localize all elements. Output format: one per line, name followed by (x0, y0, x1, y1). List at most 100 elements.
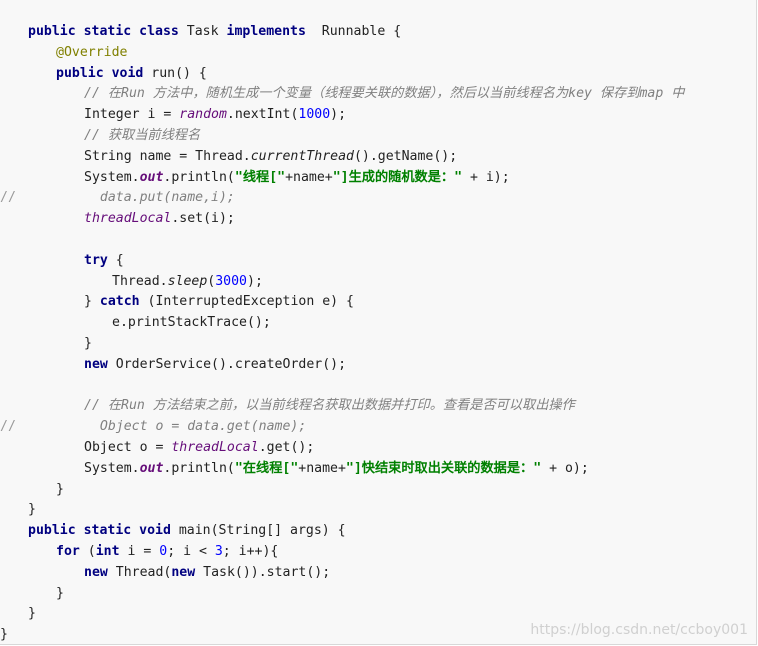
code-text: Object o = data.get(name); (84, 417, 306, 438)
code-token: new (171, 564, 196, 580)
code-line: } catch (InterruptedException e) { (0, 292, 756, 313)
code-token: .println( (163, 169, 235, 185)
code-line: public static void main(String[] args) { (0, 521, 756, 542)
code-token: "]快结束时取出关联的数据是：" (345, 460, 542, 476)
code-token: .nextInt( (226, 107, 299, 123)
code-token: threadLocal (84, 211, 172, 227)
code-token: "]生成的随机数是：" (332, 169, 463, 185)
code-token: } (28, 606, 36, 622)
code-token: implements (226, 24, 306, 39)
code-line: public static class Task implements Runn… (0, 22, 756, 43)
code-token: for (56, 543, 80, 559)
code-text: } (0, 625, 8, 646)
code-text: } catch (InterruptedException e) { (84, 292, 354, 313)
code-token: sleep (167, 273, 208, 289)
code-line: // 在Run 方法结束之前，以当前线程名获取出数据并打印。查看是否可以取出操作 (0, 396, 756, 417)
code-token: + o); (541, 460, 589, 476)
code-token: out (139, 460, 164, 476)
code-token: Thread( (107, 564, 172, 580)
code-token: run() { (151, 65, 207, 81)
code-text: new Thread(new Task()).start(); (84, 563, 330, 584)
code-line: } (0, 480, 756, 501)
code-line: // Object o = data.get(name); (0, 417, 756, 438)
code-token: Runnable { (305, 24, 402, 39)
code-token: Integer i = (84, 107, 180, 123)
code-token: 3000 (215, 273, 247, 289)
code-token: .set(i); (171, 211, 235, 227)
code-line: new OrderService().createOrder(); (0, 355, 756, 376)
code-line: Thread.sleep(3000); (0, 272, 756, 293)
code-token: new (84, 564, 108, 580)
code-text: public static void main(String[] args) { (28, 521, 346, 542)
code-token: "线程[" (234, 169, 286, 185)
code-token: 3 (214, 543, 223, 559)
code-token: Object o = data.get(name); (84, 419, 307, 435)
code-text: } (56, 480, 64, 501)
code-token: +name+ (298, 460, 346, 476)
code-token: // 获取当前线程名 (84, 127, 201, 143)
code-token: // 在Run 方法中，随机生成一个变量（线程要关联的数据），然后以当前线程名为… (84, 86, 685, 102)
code-text: public void run() { (56, 64, 207, 85)
code-token: ); (247, 273, 263, 289)
code-token: ().getName(); (353, 148, 458, 164)
code-text: public static class Task implements Runn… (28, 22, 401, 43)
code-token: .get(); (258, 439, 315, 455)
code-token: ); (330, 107, 347, 123)
code-line: for (int i = 0; i < 3; i++){ (0, 542, 756, 563)
code-text: try { (84, 251, 124, 272)
code-token: +name+ (285, 169, 333, 185)
code-text: // 在Run 方法中，随机生成一个变量（线程要关联的数据），然后以当前线程名为… (84, 84, 684, 105)
code-text: e.printStackTrace(); (112, 313, 271, 334)
code-line: System.out.println("在线程["+name+"]快结束时取出关… (0, 459, 756, 480)
code-line: // 获取当前线程名 (0, 126, 756, 147)
code-token: .println( (163, 460, 235, 476)
code-token: public static void (28, 523, 179, 539)
code-line: } (0, 584, 756, 605)
code-line: public void run() { (0, 64, 756, 85)
code-line: new Thread(new Task()).start(); (0, 563, 756, 584)
code-token: i = (119, 543, 160, 559)
code-text: Thread.sleep(3000); (112, 272, 263, 293)
code-text: for (int i = 0; i < 3; i++){ (56, 542, 278, 563)
code-token: ( (79, 543, 96, 559)
code-text: new OrderService().createOrder(); (84, 355, 346, 376)
line-comment-marker: // (0, 190, 16, 206)
code-text: System.out.println("线程["+name+"]生成的随机数是：… (84, 168, 510, 189)
code-line: } (0, 334, 756, 355)
code-text: String name = Thread.currentThread().get… (84, 147, 457, 168)
code-token: 0 (159, 543, 168, 559)
code-block: public static class Task implements Runn… (0, 22, 756, 646)
code-token: "在线程[" (234, 460, 299, 476)
watermark: https://blog.csdn.net/ccboy001 (530, 622, 748, 638)
code-token: } (28, 502, 36, 518)
code-line: Object o = threadLocal.get(); (0, 438, 756, 459)
code-text: System.out.println("在线程["+name+"]快结束时取出关… (84, 459, 589, 480)
code-token: main(String[] args) { (178, 523, 346, 539)
code-token: e.printStackTrace(); (112, 315, 271, 331)
code-text: } (56, 584, 64, 605)
code-token: catch (99, 294, 140, 310)
code-token: currentThread (250, 148, 354, 164)
code-line: @Override (0, 43, 756, 64)
code-token: } (56, 585, 64, 601)
code-token: data.put(name,i); (84, 190, 235, 206)
code-text: threadLocal.set(i); (84, 209, 235, 230)
code-token: ; i < (167, 543, 215, 559)
code-text: Integer i = random.nextInt(1000); (84, 105, 346, 126)
code-line: System.out.println("线程["+name+"]生成的随机数是：… (0, 168, 756, 189)
code-token: System. (84, 169, 140, 185)
code-token: // 在Run 方法结束之前，以当前线程名获取出数据并打印。查看是否可以取出操作 (84, 398, 575, 414)
code-token: threadLocal (171, 439, 259, 455)
code-text: data.put(name,i); (84, 188, 235, 209)
code-token: + i); (462, 169, 510, 185)
code-line: threadLocal.set(i); (0, 209, 756, 230)
code-token: OrderService().createOrder(); (107, 356, 347, 372)
code-line: String name = Thread.currentThread().get… (0, 147, 756, 168)
code-token: } (84, 335, 92, 351)
code-token: { (107, 252, 124, 268)
code-text: Object o = threadLocal.get(); (84, 438, 314, 459)
code-token: } (84, 294, 100, 310)
code-token: Object o = (84, 439, 172, 455)
